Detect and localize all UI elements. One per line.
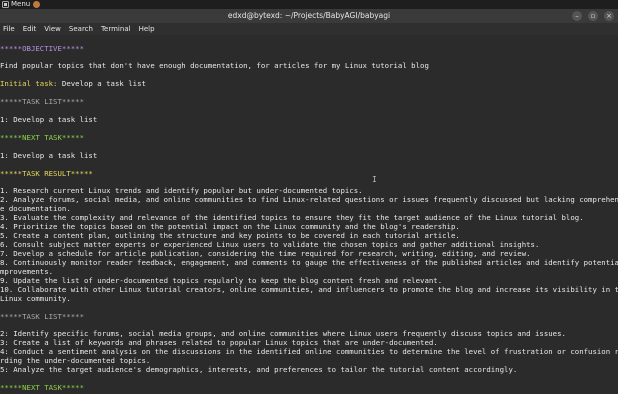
result-line: 8. Continuously monitor reader feedback,… <box>0 258 618 267</box>
initial-task-line: Initial task: Develop a task list <box>0 79 618 88</box>
app-launcher-icon[interactable] <box>33 1 40 8</box>
result-line: 3. Evaluate the complexity and relevance… <box>0 213 584 222</box>
initial-task-value: Develop a task list <box>57 79 146 88</box>
next-task-item: 1: Develop a task list <box>0 151 98 160</box>
menu-file[interactable]: File <box>3 23 15 35</box>
task-list-header: *****TASK LIST***** <box>0 97 85 106</box>
task-list-header: *****TASK LIST***** <box>0 312 85 321</box>
result-line: 7. Develop a schedule for article public… <box>0 249 531 258</box>
task-list-item: 4: Conduct a sentiment analysis on the d… <box>0 347 618 356</box>
result-line: 2. Analyze forums, social media, and onl… <box>0 195 618 204</box>
result-line: 9. Update the list of under-documented t… <box>0 276 443 285</box>
menu-terminal[interactable]: Terminal <box>101 23 131 35</box>
result-line: e documentation. <box>0 204 71 213</box>
system-menu-label: Menu <box>11 0 31 8</box>
result-line: 10. Collaborate with other Linux tutoria… <box>0 285 618 294</box>
minimize-button[interactable]: – <box>572 11 582 21</box>
window-title: edxd@bytexd: ~/Projects/BabyAGI/babyagi <box>227 11 391 20</box>
window-title-bar[interactable]: edxd@bytexd: ~/Projects/BabyAGI/babyagi … <box>0 9 618 23</box>
menu-help[interactable]: Help <box>139 23 155 35</box>
menu-edit[interactable]: Edit <box>23 23 37 35</box>
menu-icon <box>2 1 9 8</box>
menu-bar: File Edit View Search Terminal Help <box>0 23 618 35</box>
next-task-header: *****NEXT TASK***** <box>0 133 85 142</box>
result-line: 5. Create a content plan, outlining the … <box>0 231 460 240</box>
task-list-item: 1: Develop a task list <box>0 115 98 124</box>
result-line: 6. Consult subject matter experts or exp… <box>0 240 540 249</box>
initial-task-label: Initial task: <box>0 79 58 88</box>
terminal-output[interactable]: *****OBJECTIVE***** Find popular topics … <box>0 35 618 394</box>
task-list-item: rding the under-documented topics. <box>0 356 151 365</box>
result-line: 1. Research current Linux trends and ide… <box>0 186 363 195</box>
menu-view[interactable]: View <box>44 23 61 35</box>
system-menu[interactable]: Menu <box>2 0 30 9</box>
task-list-item: 3: Create a list of keywords and phrases… <box>0 338 438 347</box>
task-list-item: 5: Analyze the target audience's demogra… <box>0 365 518 374</box>
objective-header: *****OBJECTIVE***** <box>0 44 85 53</box>
text-cursor-icon: I <box>372 175 377 184</box>
result-line: Linux community. <box>0 294 71 303</box>
result-line: 4. Prioritize the topics based on the po… <box>0 222 460 231</box>
system-top-bar: Menu <box>0 0 618 9</box>
close-button[interactable]: × <box>604 11 614 21</box>
task-result-header: *****TASK RESULT***** <box>0 169 93 178</box>
objective-text: Find popular topics that don't have enou… <box>0 61 429 70</box>
menu-search[interactable]: Search <box>69 23 93 35</box>
result-line: mprovements. <box>0 267 54 276</box>
next-task-header: *****NEXT TASK***** <box>0 383 85 392</box>
task-list-item: 2: Identify specific forums, social medi… <box>0 329 566 338</box>
maximize-button[interactable]: ▫ <box>588 11 598 21</box>
